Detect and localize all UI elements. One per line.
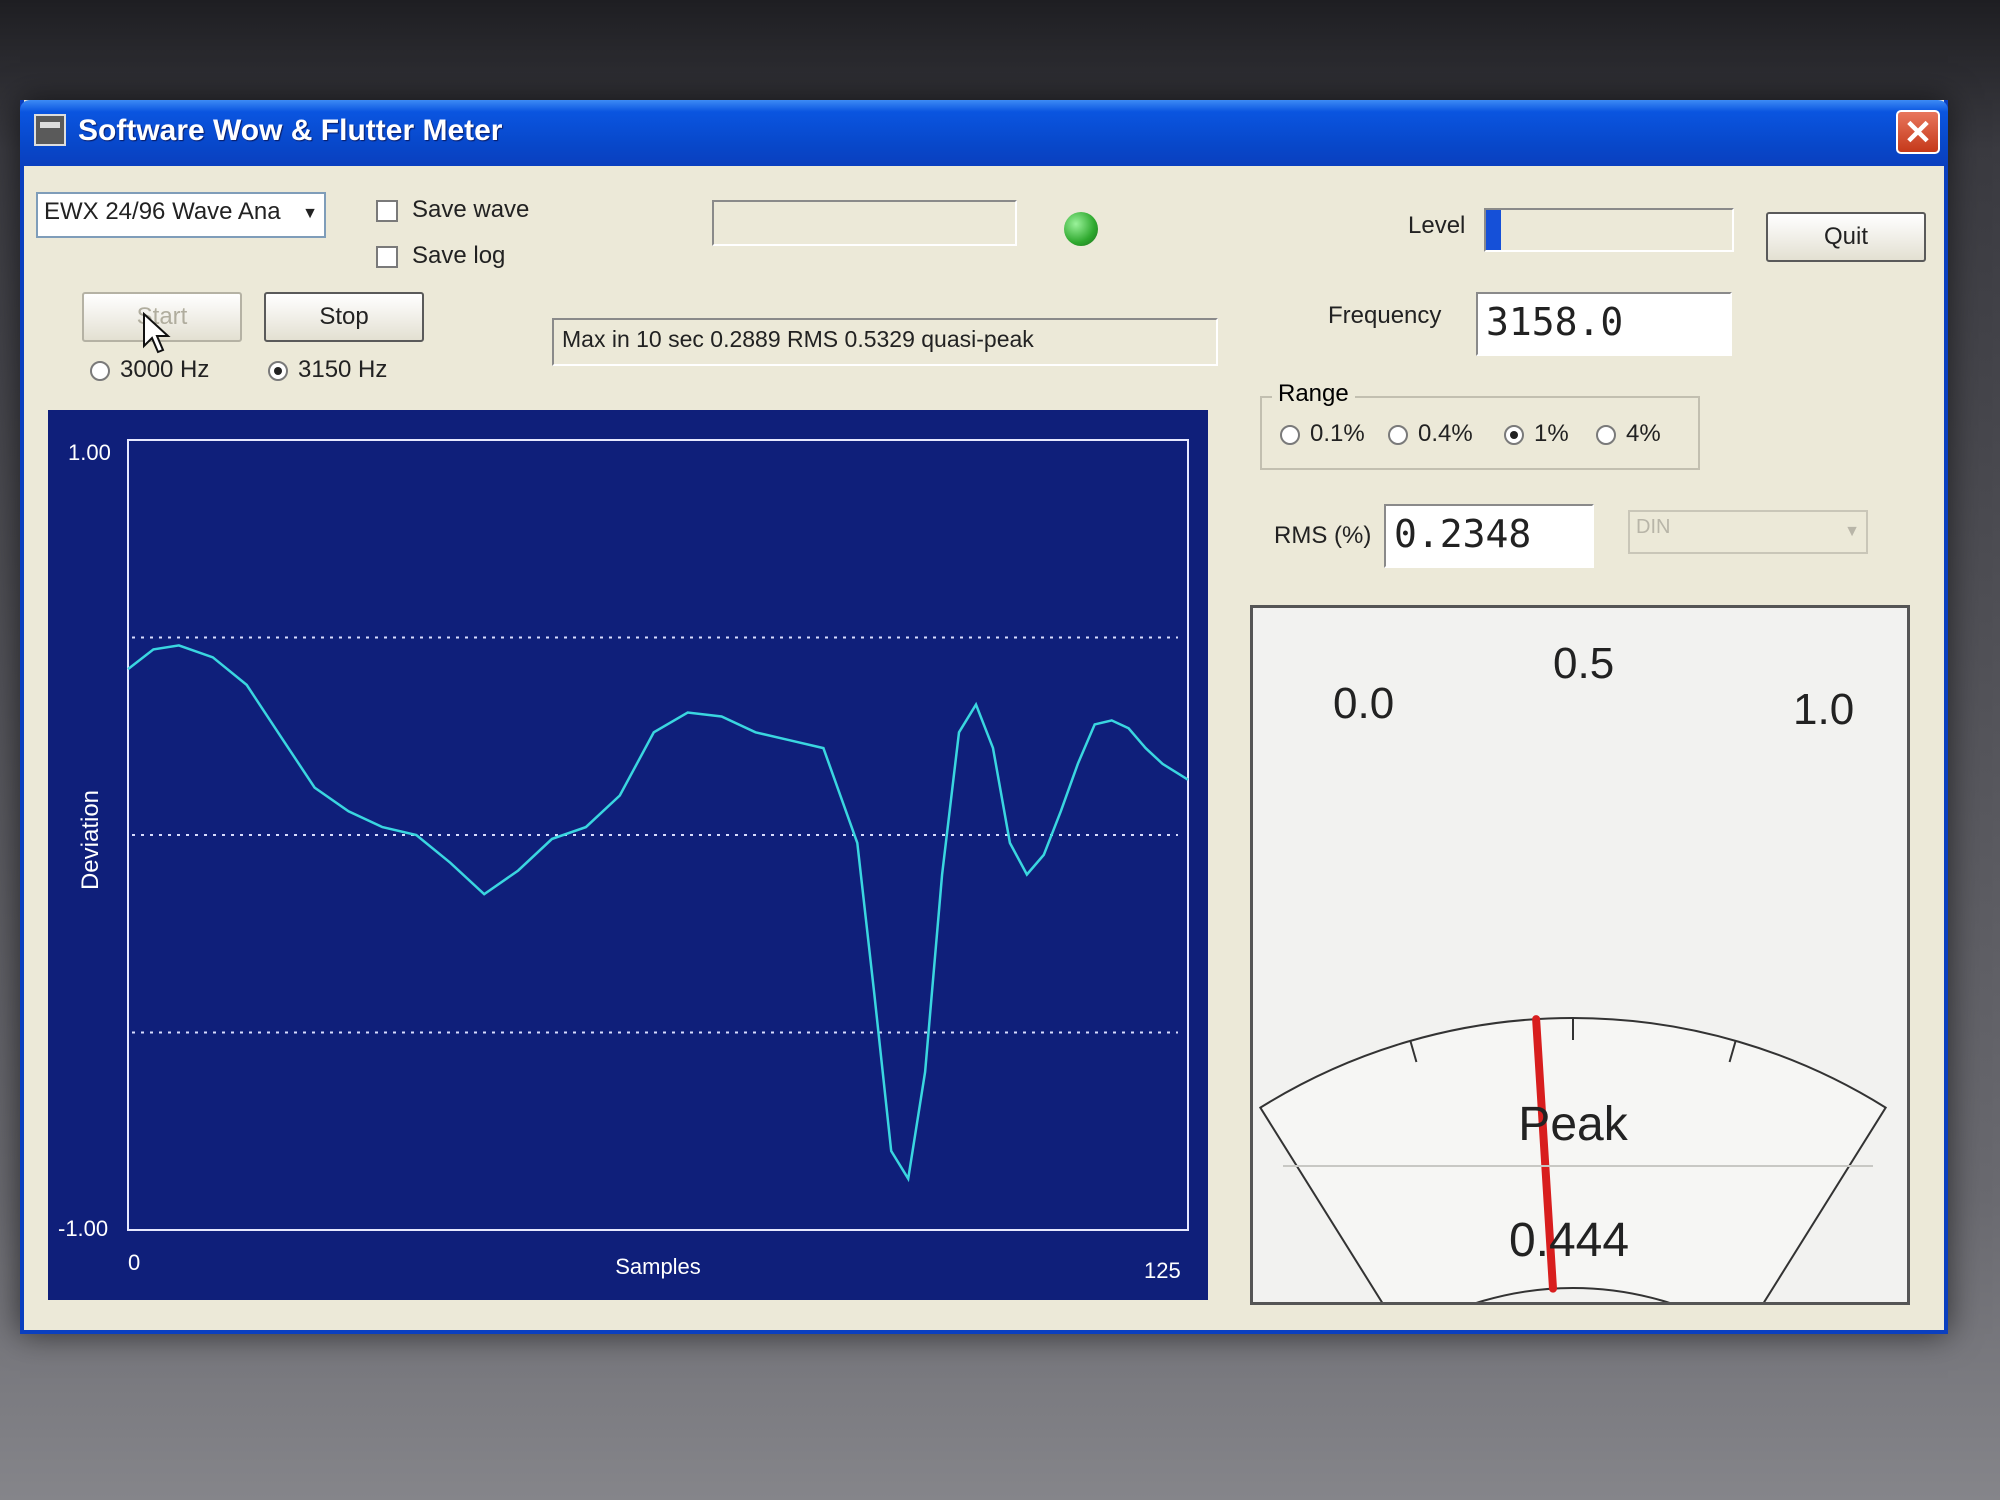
radio-circle[interactable] xyxy=(1388,424,1408,445)
chevron-down-icon: ▼ xyxy=(302,205,318,222)
radio-circle-selected[interactable] xyxy=(1504,424,1524,445)
range-option-0.1[interactable]: 0.1% xyxy=(1280,420,1365,448)
scale-label-min: 0.0 xyxy=(1333,679,1394,728)
range-option-label: 0.1% xyxy=(1310,420,1365,447)
x-axis-label: Samples xyxy=(615,1254,701,1279)
mouse-cursor-icon xyxy=(143,312,171,354)
range-option-1[interactable]: 1% xyxy=(1504,420,1569,448)
save-log-label: Save log xyxy=(412,242,506,269)
ref-3000-label: 3000 Hz xyxy=(120,356,210,383)
frequency-label: Frequency xyxy=(1328,302,1442,329)
deviation-chart: 1.00 -1.00 0 125 Samples Deviation xyxy=(58,439,1189,1283)
checkbox-box[interactable] xyxy=(376,245,398,268)
max-readout: Max in 10 sec 0.2889 RMS 0.5329 quasi-pe… xyxy=(552,318,1218,366)
frequency-display: 3158.0 xyxy=(1476,292,1732,356)
range-option-0.4[interactable]: 0.4% xyxy=(1388,420,1473,448)
weighting-select-value: DIN xyxy=(1636,516,1671,538)
range-group: Range 0.1% 0.4% 1% 4% xyxy=(1260,380,1700,470)
radio-circle[interactable] xyxy=(90,360,110,381)
range-label: Range xyxy=(1272,380,1355,408)
checkbox-box[interactable] xyxy=(376,199,398,222)
device-select-value: EWX 24/96 Wave Ana xyxy=(44,198,281,225)
meter-value: 0.444 xyxy=(1509,1214,1629,1267)
peak-meter: 0.0 0.5 1.0 Peak 0.444 xyxy=(1250,605,1910,1339)
radio-circle[interactable] xyxy=(1280,424,1300,445)
save-wave-label: Save wave xyxy=(412,196,530,223)
radio-circle[interactable] xyxy=(1596,424,1616,445)
x-tick-right: 125 xyxy=(1144,1258,1181,1283)
scale-label-mid: 0.5 xyxy=(1553,639,1614,688)
ref-3000-radio[interactable]: 3000 Hz xyxy=(90,356,209,384)
range-option-label: 0.4% xyxy=(1418,420,1473,447)
level-meter xyxy=(1484,208,1734,252)
y-tick-bottom: -1.00 xyxy=(58,1216,108,1241)
range-option-4[interactable]: 4% xyxy=(1596,420,1661,448)
chevron-down-icon: ▼ xyxy=(1844,523,1860,540)
gridlines xyxy=(132,636,1178,1034)
app-icon xyxy=(34,114,66,146)
level-meter-fill xyxy=(1486,210,1501,250)
ref-3150-label: 3150 Hz xyxy=(298,356,388,383)
device-select[interactable]: EWX 24/96 Wave Ana ▼ xyxy=(36,192,326,238)
range-option-label: 1% xyxy=(1534,420,1569,447)
app-window: Software Wow & Flutter Meter ✕ EWX 24/96… xyxy=(20,100,1948,1339)
title-bar[interactable]: Software Wow & Flutter Meter ✕ xyxy=(20,100,1948,166)
status-box xyxy=(712,200,1017,246)
y-axis-label: Deviation xyxy=(77,790,104,890)
rms-display: 0.2348 xyxy=(1384,504,1594,568)
status-indicator-led xyxy=(1064,212,1098,246)
close-button[interactable]: ✕ xyxy=(1896,110,1940,154)
deviation-plot: 1.00 -1.00 0 125 Samples Deviation xyxy=(48,410,1208,1300)
radio-circle-selected[interactable] xyxy=(268,360,288,381)
deviation-trace xyxy=(127,644,1189,1183)
stop-button[interactable]: Stop xyxy=(264,292,424,342)
save-log-checkbox[interactable]: Save log xyxy=(376,242,505,270)
quit-button[interactable]: Quit xyxy=(1766,212,1926,262)
save-wave-checkbox[interactable]: Save wave xyxy=(376,196,529,224)
window-title: Software Wow & Flutter Meter xyxy=(78,114,503,147)
peak-meter-dial: 0.0 0.5 1.0 Peak 0.444 xyxy=(1258,639,1888,1339)
ref-3150-radio[interactable]: 3150 Hz xyxy=(268,356,387,384)
rms-label: RMS (%) xyxy=(1274,522,1372,549)
meter-title: Peak xyxy=(1518,1098,1628,1151)
scale-label-max: 1.0 xyxy=(1793,685,1854,734)
weighting-select[interactable]: DIN ▼ xyxy=(1628,510,1868,554)
range-option-label: 4% xyxy=(1626,420,1661,447)
y-tick-top: 1.00 xyxy=(68,440,111,465)
level-label: Level xyxy=(1408,212,1466,239)
x-tick-left: 0 xyxy=(128,1250,140,1275)
